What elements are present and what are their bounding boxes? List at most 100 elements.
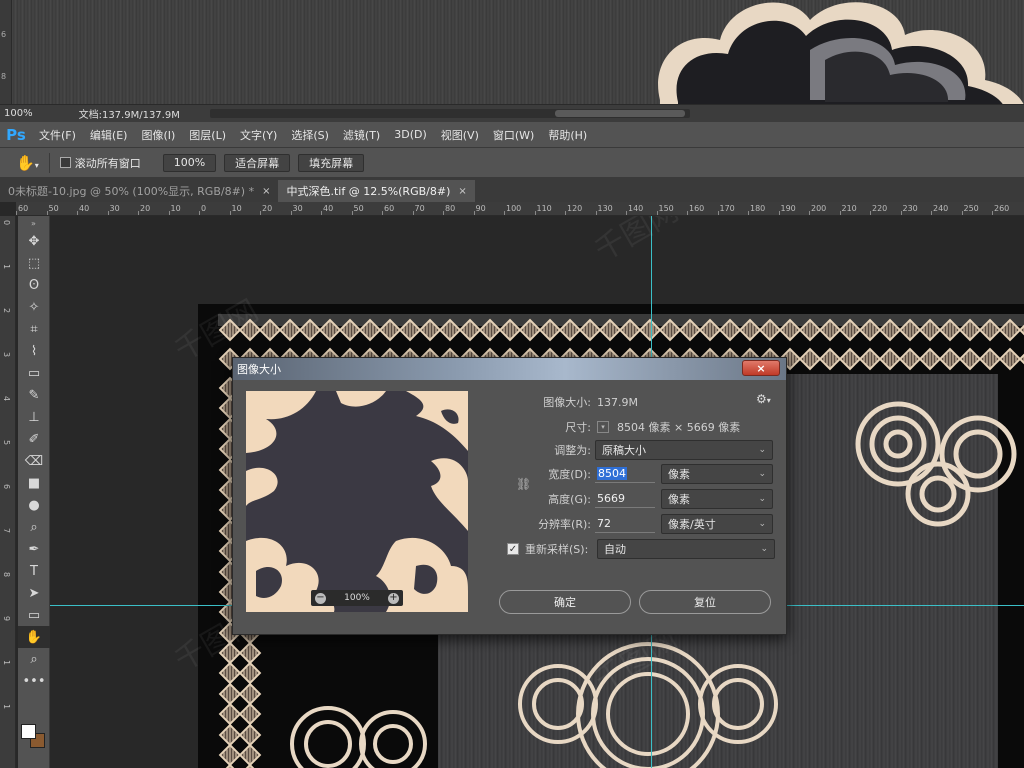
- chevron-down-icon: ⌄: [758, 445, 766, 455]
- foreground-color-swatch[interactable]: [21, 724, 36, 739]
- diamond-motif: [738, 318, 758, 338]
- menu-3d[interactable]: 3D(D): [387, 128, 434, 141]
- history-brush-icon[interactable]: ✐: [18, 428, 50, 450]
- resample-dropdown[interactable]: 自动 ⌄: [597, 539, 775, 559]
- ruler-mark: [626, 211, 627, 215]
- diamond-motif: [358, 318, 378, 338]
- horizontal-scrollbar[interactable]: [210, 109, 690, 118]
- resolution-unit-dropdown[interactable]: 像素/英寸 ⌄: [661, 514, 773, 534]
- hand-icon[interactable]: ✋▾: [16, 154, 39, 172]
- ruler-tick: 120: [567, 204, 583, 213]
- ruler-mark: [595, 211, 597, 215]
- height-input[interactable]: 5669: [595, 490, 655, 508]
- ruler-mark: [809, 211, 810, 215]
- scroll-all-windows-checkbox[interactable]: 滚动所有窗口: [59, 155, 141, 171]
- path-selection-icon[interactable]: ➤: [18, 582, 50, 604]
- fill-screen-button[interactable]: 填充屏幕: [298, 153, 365, 172]
- photoshop-logo: Ps: [6, 125, 26, 144]
- zoom-out-icon[interactable]: −: [315, 592, 326, 604]
- menu-select[interactable]: 选择(S): [284, 127, 336, 143]
- diamond-motif: [678, 318, 698, 338]
- ruler-mark: [321, 211, 322, 215]
- chevron-down-icon: ⌄: [758, 519, 766, 529]
- preview-zoom-bar: − 100% +: [311, 590, 403, 606]
- menu-file[interactable]: 文件(F): [32, 127, 83, 143]
- resample-row: ✓ 重新采样(S): 自动 ⌄: [507, 539, 775, 559]
- height-unit-dropdown[interactable]: 像素 ⌄: [661, 489, 773, 509]
- menu-view[interactable]: 视图(V): [434, 127, 486, 143]
- menu-bar: Ps 文件(F) 编辑(E) 图像(I) 图层(L) 文字(Y) 选择(S) 滤…: [0, 122, 1024, 148]
- menu-edit[interactable]: 编辑(E): [83, 127, 135, 143]
- ruler-tick: 7: [2, 528, 11, 534]
- width-unit-value: 像素: [668, 468, 690, 481]
- image-size-value: 137.9M: [597, 395, 638, 409]
- close-icon[interactable]: ×: [262, 186, 270, 197]
- diamond-motif: [658, 318, 678, 338]
- menu-type[interactable]: 文字(Y): [233, 127, 284, 143]
- diamond-motif: [278, 318, 298, 338]
- width-input[interactable]: 8504: [595, 465, 655, 483]
- diamond-motif: [238, 723, 258, 743]
- brush-icon[interactable]: ✎: [18, 384, 50, 406]
- rectangle-icon[interactable]: ▭: [18, 604, 50, 626]
- ruler-tick: 60: [384, 204, 395, 213]
- tab-chinese-dark[interactable]: 中式深色.tif @ 12.5%(RGB/8#) ×: [278, 180, 475, 202]
- healing-brush-icon[interactable]: ▭: [18, 362, 50, 384]
- ruler-tick: 110: [536, 204, 552, 213]
- magic-wand-icon[interactable]: ✧: [18, 296, 50, 318]
- menu-help[interactable]: 帮助(H): [541, 127, 594, 143]
- marquee-icon[interactable]: ⬚: [18, 252, 50, 274]
- fit-to-value: 原稿大小: [602, 444, 646, 457]
- fit-screen-button[interactable]: 适合屏幕: [224, 153, 291, 172]
- width-unit-dropdown[interactable]: 像素 ⌄: [661, 464, 773, 484]
- image-preview[interactable]: [246, 391, 468, 612]
- fit-to-dropdown[interactable]: 原稿大小 ⌄: [595, 440, 773, 460]
- gear-icon[interactable]: ⚙▾: [756, 392, 771, 406]
- lasso-icon[interactable]: ʘ: [18, 274, 50, 296]
- dodge-icon[interactable]: ⌕: [18, 516, 50, 538]
- dialog-titlebar[interactable]: 图像大小 ×: [233, 358, 786, 380]
- vertical-ruler: 0 1 2 3 4 5 6 7 8 9 1 1: [0, 216, 16, 768]
- diamond-motif: [238, 318, 258, 338]
- pen-icon[interactable]: ✒: [18, 538, 50, 560]
- tab-untitled-10[interactable]: 0未标题-10.jpg @ 50% (100%显示, RGB/8#) * ×: [0, 180, 279, 202]
- scrollbar-thumb[interactable]: [555, 110, 685, 117]
- menu-filter[interactable]: 滤镜(T): [336, 127, 387, 143]
- eraser-icon[interactable]: ⌫: [18, 450, 50, 472]
- height-unit-value: 像素: [668, 493, 690, 506]
- image-size-dialog[interactable]: 图像大小 × − 100% + 图像大小: 137.9M ⚙▾ 尺寸: ▾ 85…: [232, 357, 787, 635]
- crop-icon[interactable]: ⌗: [18, 318, 50, 340]
- close-button[interactable]: ×: [742, 360, 780, 376]
- diamond-motif: [218, 682, 238, 702]
- ok-button[interactable]: 确定: [499, 590, 631, 614]
- reset-button[interactable]: 复位: [639, 590, 771, 614]
- eyedropper-icon[interactable]: ⌇: [18, 340, 50, 362]
- zoom-icon[interactable]: ⌕: [18, 648, 50, 670]
- move-icon[interactable]: ✥: [18, 230, 50, 252]
- ruler-mark: [351, 211, 353, 215]
- ruler-tick: 240: [933, 204, 949, 213]
- ruler-mark: [931, 211, 932, 215]
- mores-icon[interactable]: •••: [18, 670, 50, 692]
- blur-icon[interactable]: ●: [18, 494, 50, 516]
- checkbox-box[interactable]: [59, 157, 71, 168]
- menu-image[interactable]: 图像(I): [134, 127, 182, 143]
- ruler-tick: 6: [1, 30, 7, 39]
- ruler-tick: 140: [628, 204, 644, 213]
- zoom-100-button[interactable]: 100%: [162, 153, 217, 172]
- resample-checkbox[interactable]: ✓: [507, 543, 519, 555]
- collapse-panel-icon[interactable]: »: [18, 216, 49, 230]
- hand-icon[interactable]: ✋: [18, 626, 50, 648]
- doc-size-readout: 文档:137.9M/137.9M: [78, 110, 180, 121]
- menu-layer[interactable]: 图层(L): [182, 127, 233, 143]
- zoom-in-icon[interactable]: +: [387, 592, 399, 604]
- clone-stamp-icon[interactable]: ⊥: [18, 406, 50, 428]
- close-icon[interactable]: ×: [458, 186, 466, 197]
- color-swatches[interactable]: [21, 724, 47, 750]
- ruler-tick: 40: [79, 204, 90, 213]
- gradient-icon[interactable]: ■: [18, 472, 50, 494]
- menu-window[interactable]: 窗口(W): [486, 127, 541, 143]
- resolution-input[interactable]: 72: [595, 515, 655, 533]
- type-icon[interactable]: T: [18, 560, 50, 582]
- dimensions-dropdown-icon[interactable]: ▾: [597, 421, 609, 433]
